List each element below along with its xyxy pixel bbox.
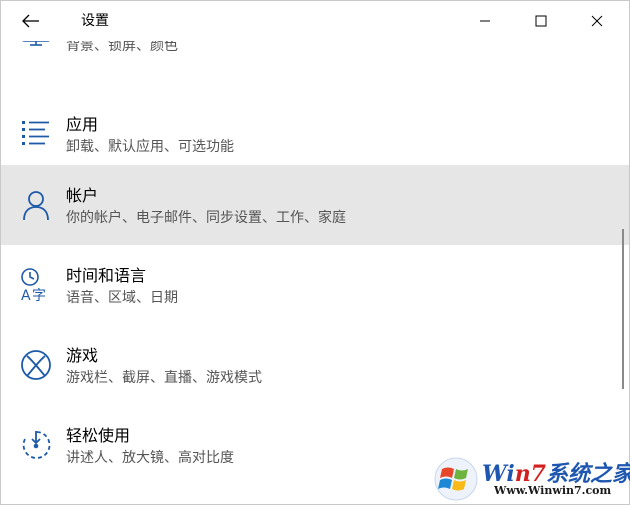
settings-item-accounts[interactable]: 帐户 你的帐户、电子邮件、同步设置、工作、家庭 [1,165,629,245]
site-watermark: Win7系统之家 Www.Winwin7.com [430,452,630,504]
title-bar: 设置 [1,1,629,41]
settings-item-title: 游戏 [66,346,99,365]
minimize-icon [480,20,490,22]
close-icon [591,15,603,27]
watermark-url: Www.Winwin7.com [494,484,612,497]
svg-text:A: A [21,288,31,303]
settings-item-desc: 游戏栏、截屏、直播、游戏模式 [66,370,262,386]
minimize-button[interactable] [457,1,513,41]
settings-window: 背景、锁屏、颜色 应用 卸载、默认应用、可选功能 帐户 你的帐户、电子邮件、同步… [0,0,630,505]
settings-item-desc: 卸载、默认应用、可选功能 [66,139,234,155]
xbox-icon [19,347,55,383]
settings-item-desc: 你的帐户、电子邮件、同步设置、工作、家庭 [66,210,346,226]
maximize-button[interactable] [513,1,569,41]
back-button[interactable] [9,5,53,37]
close-button[interactable] [569,1,625,41]
maximize-icon [535,15,547,27]
settings-item-apps[interactable]: 应用 卸载、默认应用、可选功能 [1,94,629,174]
settings-item-desc: 语音、区域、日期 [66,290,178,306]
windows-logo-icon [432,456,480,502]
settings-item-title: 轻松使用 [66,426,131,445]
person-icon [19,187,55,223]
settings-item-title: 时间和语言 [66,266,147,285]
settings-item-title: 应用 [66,115,99,134]
settings-item-time-language[interactable]: A 字 时间和语言 语音、区域、日期 [1,245,629,325]
settings-item-desc: 讲述人、放大镜、高对比度 [66,450,234,466]
settings-item-title: 帐户 [66,186,99,205]
ease-of-access-icon [19,427,55,463]
arrow-left-icon [22,14,39,28]
apps-list-icon [19,116,55,152]
settings-item-gaming[interactable]: 游戏 游戏栏、截屏、直播、游戏模式 [1,325,629,405]
time-language-icon: A 字 [19,267,55,304]
vertical-scrollbar[interactable] [622,229,624,389]
window-title: 设置 [81,13,109,29]
svg-text:字: 字 [32,288,46,303]
settings-category-list: 背景、锁屏、颜色 应用 卸载、默认应用、可选功能 帐户 你的帐户、电子邮件、同步… [1,1,629,504]
